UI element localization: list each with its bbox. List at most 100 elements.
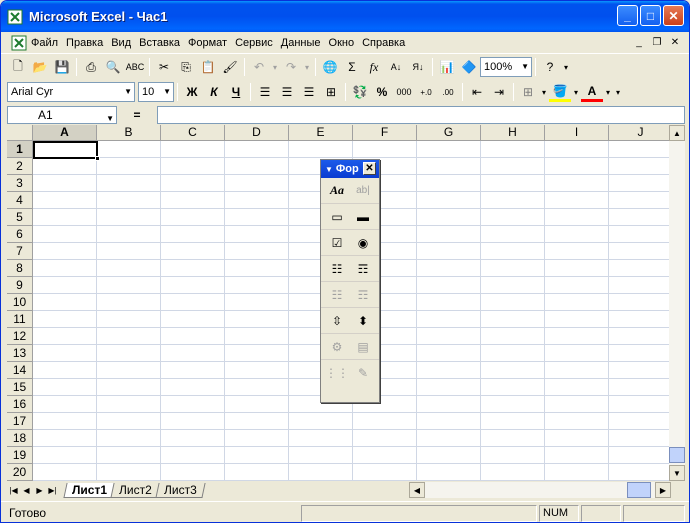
spinner-icon[interactable]: ⬍ xyxy=(352,310,374,332)
column-header[interactable]: F xyxy=(353,125,417,141)
equals-button[interactable]: = xyxy=(117,108,157,122)
menu-tools[interactable]: Сервис xyxy=(231,37,277,49)
doc-restore-button[interactable]: ❐ xyxy=(649,35,665,49)
spelling-icon[interactable]: ABC xyxy=(124,56,146,78)
merge-center-icon[interactable]: ⊞ xyxy=(320,81,342,103)
menu-file[interactable]: Файл xyxy=(27,37,62,49)
font-combo[interactable]: Arial Cyr ▼ xyxy=(7,82,135,102)
row-header[interactable]: 15 xyxy=(7,379,33,396)
drawing-icon[interactable]: 🔷 xyxy=(458,56,480,78)
row-header[interactable]: 1 xyxy=(7,141,33,158)
horizontal-scrollbar[interactable]: ◀ ▶ xyxy=(409,482,671,498)
close-button[interactable]: ✕ xyxy=(663,5,684,26)
sort-descending-icon[interactable]: Я↓ xyxy=(407,56,429,78)
doc-close-button[interactable]: ✕ xyxy=(667,35,683,49)
title-bar[interactable]: Microsoft Excel - Час1 _ □ ✕ xyxy=(1,1,689,32)
thousands-button[interactable]: 000 xyxy=(393,81,415,103)
row-header[interactable]: 14 xyxy=(7,362,33,379)
column-header[interactable]: J xyxy=(609,125,669,141)
print-preview-icon[interactable]: 🔍 xyxy=(102,56,124,78)
cut-icon[interactable]: ✂ xyxy=(153,56,175,78)
name-box[interactable]: A1 ▼ xyxy=(7,106,117,124)
close-icon[interactable]: ✕ xyxy=(363,162,376,175)
borders-icon[interactable]: ⊞ xyxy=(517,81,539,103)
undo-dropdown-icon[interactable]: ▾ xyxy=(270,56,280,78)
menu-data[interactable]: Данные xyxy=(277,37,325,49)
scroll-up-icon[interactable]: ▲ xyxy=(669,125,685,141)
sheet-tab-2[interactable]: Лист2 xyxy=(110,483,161,498)
row-header[interactable]: 8 xyxy=(7,260,33,277)
toggle-grid-icon[interactable]: ⋮⋮ xyxy=(325,362,349,384)
column-header[interactable]: I xyxy=(545,125,609,141)
run-dialog-icon[interactable]: ✎ xyxy=(352,362,374,384)
scroll-down-icon[interactable]: ▼ xyxy=(669,465,685,481)
next-sheet-icon[interactable]: ▶ xyxy=(33,483,46,498)
column-header[interactable]: A xyxy=(33,125,97,141)
menu-format[interactable]: Формат xyxy=(184,37,231,49)
scroll-bar-icon[interactable]: ⇳ xyxy=(326,310,348,332)
scrollbar-thumb[interactable] xyxy=(627,482,651,498)
row-header[interactable]: 17 xyxy=(7,413,33,430)
formula-input[interactable] xyxy=(157,106,685,124)
help-icon[interactable]: ? xyxy=(539,56,561,78)
menu-help[interactable]: Справка xyxy=(358,37,409,49)
forms-toolbar-title-bar[interactable]: ▼ Фор ✕ xyxy=(321,160,379,178)
paste-icon[interactable]: 📋 xyxy=(197,56,219,78)
combo-dropdown-edit-icon[interactable]: ☶ xyxy=(352,284,374,306)
currency-icon[interactable]: 💱 xyxy=(349,81,371,103)
print-icon[interactable]: ⎙ xyxy=(80,56,102,78)
chevron-down-icon[interactable]: ▼ xyxy=(325,165,333,174)
control-properties-icon[interactable]: ⚙ xyxy=(326,336,348,358)
scroll-right-icon[interactable]: ▶ xyxy=(655,482,671,498)
row-header[interactable]: 3 xyxy=(7,175,33,192)
list-box-icon[interactable]: ☷ xyxy=(326,258,348,280)
button-icon[interactable]: ▬ xyxy=(352,206,374,228)
copy-icon[interactable]: ⎘ xyxy=(175,56,197,78)
row-header[interactable]: 2 xyxy=(7,158,33,175)
zoom-combo[interactable]: 100% ▼ xyxy=(480,57,532,77)
first-sheet-icon[interactable]: |◀ xyxy=(7,483,20,498)
row-header[interactable]: 7 xyxy=(7,243,33,260)
column-header[interactable]: H xyxy=(481,125,545,141)
sheet-tab-1[interactable]: Лист1 xyxy=(63,483,116,498)
row-header[interactable]: 18 xyxy=(7,430,33,447)
fill-color-dropdown-icon[interactable]: ▾ xyxy=(571,81,581,103)
edit-box-button[interactable]: ab| xyxy=(352,180,374,202)
column-header[interactable]: G xyxy=(417,125,481,141)
percent-button[interactable]: % xyxy=(371,81,393,103)
option-button-icon[interactable]: ◉ xyxy=(352,232,374,254)
combo-box-icon[interactable]: ☶ xyxy=(352,258,374,280)
label-button[interactable]: Aa xyxy=(326,180,348,202)
redo-dropdown-icon[interactable]: ▾ xyxy=(302,56,312,78)
row-header[interactable]: 13 xyxy=(7,345,33,362)
edit-code-icon[interactable]: ▤ xyxy=(352,336,374,358)
sheet-tab-3[interactable]: Лист3 xyxy=(155,483,206,498)
checkbox-icon[interactable]: ☑ xyxy=(326,232,348,254)
align-center-icon[interactable]: ☰ xyxy=(276,81,298,103)
open-icon[interactable]: 📂 xyxy=(29,56,51,78)
row-header[interactable]: 16 xyxy=(7,396,33,413)
font-size-combo[interactable]: 10 ▼ xyxy=(138,82,174,102)
save-icon[interactable]: 💾 xyxy=(51,56,73,78)
redo-icon[interactable]: ↷ xyxy=(280,56,302,78)
doc-minimize-button[interactable]: _ xyxy=(631,35,647,49)
row-header[interactable]: 9 xyxy=(7,277,33,294)
fill-handle[interactable] xyxy=(95,156,100,161)
menu-window[interactable]: Окно xyxy=(325,37,359,49)
column-header[interactable]: C xyxy=(161,125,225,141)
row-header[interactable]: 12 xyxy=(7,328,33,345)
group-box-icon[interactable]: ▭ xyxy=(326,206,348,228)
fill-color-icon[interactable]: 🪣 xyxy=(549,82,571,102)
scroll-left-icon[interactable]: ◀ xyxy=(409,482,425,498)
row-header[interactable]: 11 xyxy=(7,311,33,328)
format-painter-icon[interactable]: 🖌 xyxy=(219,56,241,78)
new-icon[interactable]: 🗋 xyxy=(7,56,29,78)
column-header[interactable]: B xyxy=(97,125,161,141)
undo-icon[interactable]: ↶ xyxy=(248,56,270,78)
align-right-icon[interactable]: ☰ xyxy=(298,81,320,103)
row-header[interactable]: 5 xyxy=(7,209,33,226)
workbook-icon[interactable] xyxy=(11,35,27,51)
menu-view[interactable]: Вид xyxy=(107,37,135,49)
minimize-button[interactable]: _ xyxy=(617,5,638,26)
increase-decimal-icon[interactable]: +.0 xyxy=(415,81,437,103)
